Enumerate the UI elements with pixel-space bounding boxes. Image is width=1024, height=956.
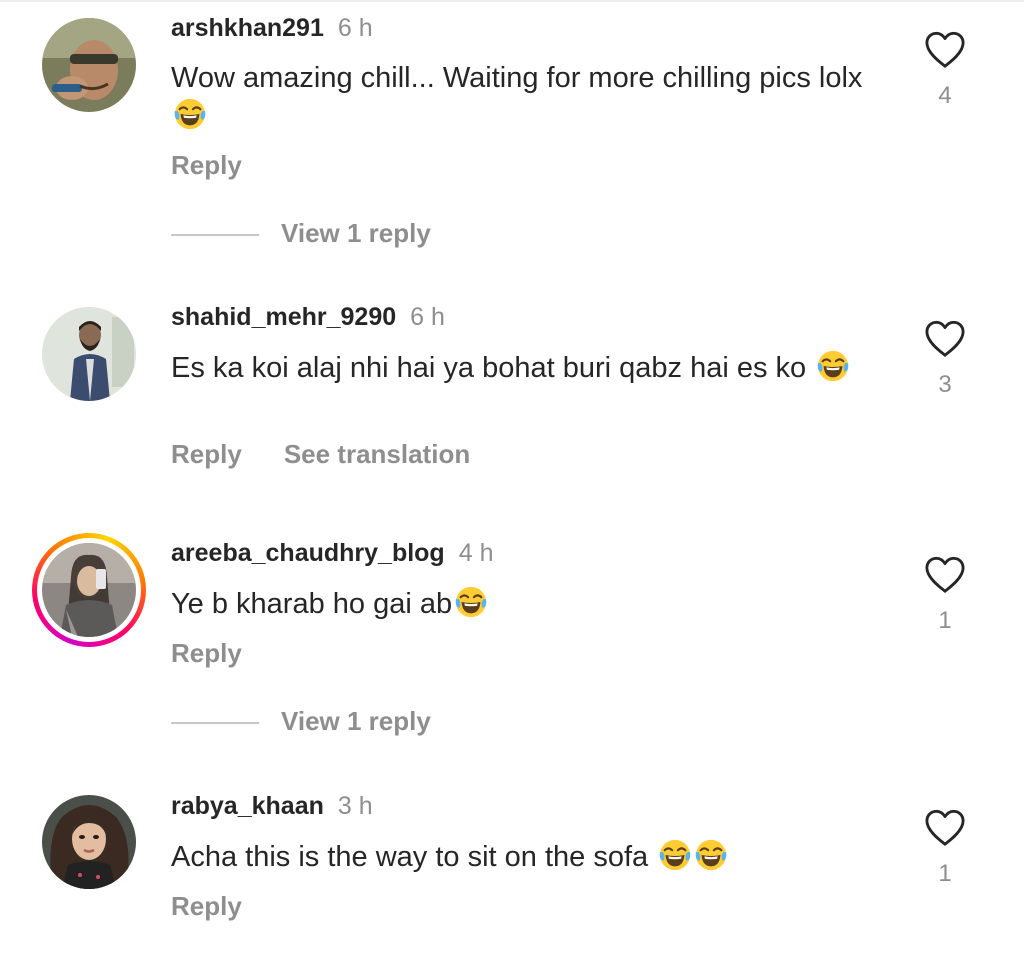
timestamp: 3 h — [337, 792, 373, 820]
comment-actions: Reply — [171, 150, 242, 180]
avatar[interactable] — [42, 307, 136, 401]
comment-body: Wow amazing chill... Waiting for more ch… — [171, 62, 863, 94]
timestamp: 6 h — [410, 303, 445, 331]
timestamp: 6 h — [337, 14, 373, 42]
top-divider — [0, 0, 1024, 2]
comment-header: arshkhan291 6 h — [171, 13, 373, 43]
like-count: 4 — [938, 82, 952, 109]
username[interactable]: shahid_mehr_9290 — [171, 303, 396, 331]
heart-outline-icon[interactable] — [923, 808, 967, 848]
like-count: 1 — [938, 607, 952, 634]
reply-button[interactable]: Reply — [171, 150, 242, 180]
timestamp: 4 h — [458, 539, 494, 567]
comment-actions: Reply See translation — [171, 439, 470, 469]
username[interactable]: areeba_chaudhry_blog — [171, 539, 445, 567]
face-with-tears-of-joy-icon — [173, 97, 207, 131]
avatar[interactable] — [42, 795, 136, 889]
like-count: 1 — [938, 860, 952, 887]
comment-header: areeba_chaudhry_blog 4 h — [171, 538, 493, 568]
comment-body: Ye b kharab ho gai ab — [171, 588, 453, 620]
heart-outline-icon[interactable] — [923, 319, 967, 359]
reply-button[interactable]: Reply — [171, 439, 242, 469]
face-with-tears-of-joy-icon — [694, 838, 728, 872]
heart-outline-icon[interactable] — [923, 555, 967, 595]
view-replies-button[interactable]: View 1 reply — [171, 218, 431, 248]
comment-actions: Reply — [171, 891, 242, 921]
view-replies-label: View 1 reply — [281, 706, 431, 736]
avatar-story-ring[interactable] — [32, 533, 146, 647]
reply-button[interactable]: Reply — [171, 891, 242, 921]
replies-divider — [171, 722, 259, 725]
like-button[interactable]: 1 — [922, 808, 968, 888]
replies-divider — [171, 234, 259, 237]
like-button[interactable]: 4 — [922, 30, 968, 110]
comment-text: Acha this is the way to sit on the sofa — [171, 838, 891, 876]
username[interactable]: rabya_khaan — [171, 792, 324, 820]
comment-body: Es ka koi alaj nhi hai ya bohat buri qab… — [171, 352, 807, 384]
heart-outline-icon[interactable] — [923, 30, 967, 70]
comment-text: Ye b kharab ho gai ab — [171, 585, 891, 623]
comment-text: Wow amazing chill... Waiting for more ch… — [171, 60, 891, 135]
comment-header: rabya_khaan 3 h — [171, 791, 373, 821]
reply-button[interactable]: Reply — [171, 638, 242, 668]
comment-actions: Reply — [171, 638, 242, 668]
view-replies-label: View 1 reply — [281, 218, 431, 248]
username[interactable]: arshkhan291 — [171, 14, 324, 42]
face-with-tears-of-joy-icon — [816, 349, 850, 383]
like-button[interactable]: 1 — [922, 555, 968, 635]
avatar[interactable] — [42, 18, 136, 112]
like-button[interactable]: 3 — [922, 319, 968, 399]
face-with-tears-of-joy-icon — [658, 838, 692, 872]
view-replies-button[interactable]: View 1 reply — [171, 706, 431, 736]
see-translation-button[interactable]: See translation — [284, 439, 470, 469]
comment-text: Es ka koi alaj nhi hai ya bohat buri qab… — [171, 349, 891, 387]
face-with-tears-of-joy-icon — [454, 585, 488, 619]
like-count: 3 — [938, 371, 952, 398]
comment-body: Acha this is the way to sit on the sofa — [171, 841, 657, 873]
comment-header: shahid_mehr_9290 6 h — [171, 302, 445, 332]
avatar[interactable] — [42, 543, 136, 637]
